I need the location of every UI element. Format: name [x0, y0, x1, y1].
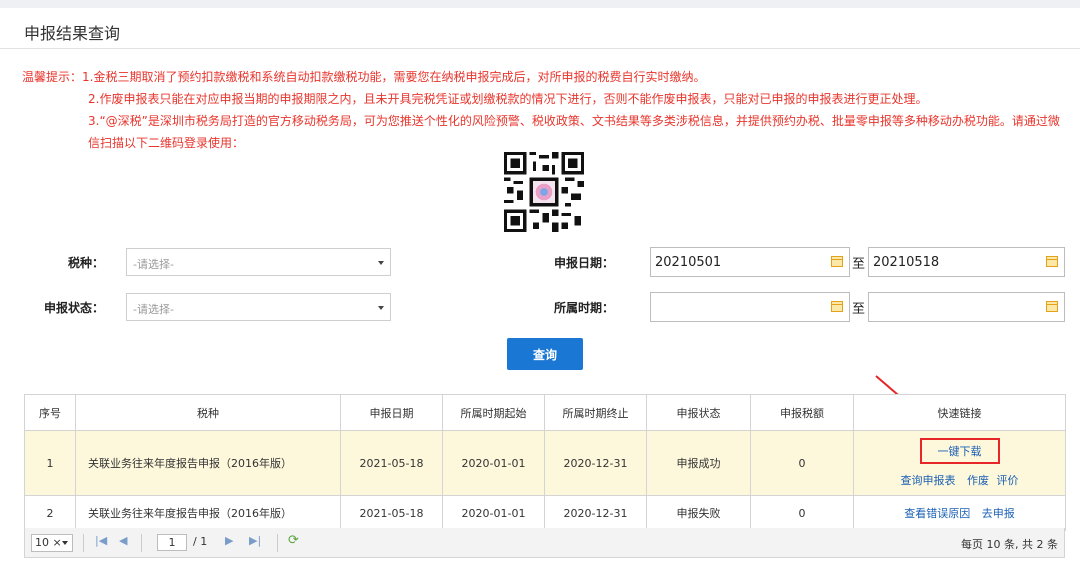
page-size-select[interactable]: 10 ×: [31, 534, 73, 552]
void-link[interactable]: 作废: [967, 474, 989, 487]
chevron-down-icon: [378, 306, 384, 310]
chevron-down-icon: [378, 261, 384, 265]
header-status: 申报状态: [646, 394, 751, 431]
declare-date-to-input[interactable]: 20210518: [868, 247, 1065, 277]
cell-declare-date: 2021-05-18: [340, 430, 443, 496]
last-page-icon[interactable]: ▶|: [249, 534, 261, 547]
pager-divider: [277, 534, 278, 552]
results-table: 序号 税种 申报日期 所属时期起始 所属时期终止 申报状态 申报税额 快速链接 …: [24, 394, 1066, 531]
tips-panel: 温馨提示：1.金税三期取消了预约扣款缴税和系统自动扣款缴税功能，需要您在纳税申报…: [22, 66, 1062, 154]
cell-quick-links: 查看错误原因 去申报: [853, 495, 1066, 531]
cell-tax-type: 关联业务往来年度报告申报（2016年版）: [75, 430, 341, 496]
view-error-reason-link[interactable]: 查看错误原因: [904, 507, 970, 520]
declare-date-label: 申报日期：: [553, 256, 614, 270]
total-pages: / 1: [193, 535, 208, 548]
chevron-down-icon: [62, 541, 68, 545]
pager-info: 每页 10 条, 共 2 条: [961, 538, 1058, 551]
header-period-end: 所属时期终止: [544, 394, 647, 431]
cell-period-end: 2020-12-31: [544, 495, 647, 531]
pager-divider: [141, 534, 142, 552]
date-range-to: 至: [852, 257, 866, 272]
rate-link[interactable]: 评价: [997, 474, 1019, 487]
cell-no: 1: [24, 430, 76, 496]
calendar-icon[interactable]: [1046, 256, 1058, 267]
pagination-bar: 10 × |◀ ◀ 1 / 1 ▶ ▶| ⟳ 每页 10 条, 共 2 条: [24, 528, 1065, 558]
tip-line-1: 温馨提示：1.金税三期取消了预约扣款缴税和系统自动扣款缴税功能，需要您在纳税申报…: [22, 70, 706, 84]
cell-amount: 0: [750, 495, 854, 531]
page-size-suffix: ×: [52, 536, 62, 549]
cell-tax-type: 关联业务往来年度报告申报（2016年版）: [75, 495, 341, 531]
tip-line-3: 3.“@深税”是深圳市税务局打造的官方移动税务局，可为您推送个性化的风险预警、税…: [88, 114, 1060, 150]
calendar-icon[interactable]: [831, 301, 843, 312]
calendar-icon[interactable]: [831, 256, 843, 267]
table-header-row: 序号 税种 申报日期 所属时期起始 所属时期终止 申报状态 申报税额 快速链接: [24, 394, 1066, 431]
tax-type-label: 税种：: [67, 256, 104, 270]
period-from-input[interactable]: [650, 292, 850, 322]
period-range-to: 至: [852, 302, 866, 317]
status-placeholder: -请选择-: [133, 303, 174, 316]
header-tax-type: 税种: [75, 394, 341, 431]
cell-period-start: 2020-01-01: [442, 430, 545, 496]
query-button[interactable]: 查询: [507, 338, 583, 370]
page-size-value: 10: [35, 536, 49, 549]
pager-divider: [83, 534, 84, 552]
prev-page-icon[interactable]: ◀: [119, 534, 127, 547]
next-page-icon[interactable]: ▶: [225, 534, 233, 547]
cell-amount: 0: [750, 430, 854, 496]
view-declaration-link[interactable]: 查询申报表: [901, 474, 956, 487]
page-number-input[interactable]: 1: [157, 534, 187, 551]
cell-period-end: 2020-12-31: [544, 430, 647, 496]
tax-type-placeholder: -请选择-: [133, 258, 174, 271]
top-band: [0, 0, 1080, 8]
first-page-icon[interactable]: |◀: [95, 534, 107, 547]
table-row[interactable]: 1 关联业务往来年度报告申报（2016年版） 2021-05-18 2020-0…: [24, 430, 1066, 496]
status-label: 申报状态：: [43, 301, 104, 315]
qr-code-image: [504, 152, 584, 232]
cell-declare-date: 2021-05-18: [340, 495, 443, 531]
period-to-input[interactable]: [868, 292, 1065, 322]
cell-status: 申报失败: [646, 495, 751, 531]
cell-status: 申报成功: [646, 430, 751, 496]
cell-quick-links: 一键下载 查询申报表 作废 评价: [853, 430, 1066, 496]
cell-no: 2: [24, 495, 76, 531]
header-period-start: 所属时期起始: [442, 394, 545, 431]
header-no: 序号: [24, 394, 76, 431]
table-row[interactable]: 2 关联业务往来年度报告申报（2016年版） 2021-05-18 2020-0…: [24, 495, 1066, 531]
header-quick-links: 快速链接: [853, 394, 1066, 431]
header-amount: 申报税额: [750, 394, 854, 431]
declare-date-from-value: 20210501: [655, 255, 722, 270]
header-declare-date: 申报日期: [340, 394, 443, 431]
one-click-download-link[interactable]: 一键下载: [938, 445, 982, 458]
declare-date-to-value: 20210518: [873, 255, 940, 270]
refresh-icon[interactable]: ⟳: [288, 533, 299, 548]
declare-date-from-input[interactable]: 20210501: [650, 247, 850, 277]
annotation-highlight-box: 一键下载: [919, 438, 1000, 464]
title-divider: [0, 48, 1080, 49]
period-label: 所属时期：: [553, 301, 614, 315]
status-select[interactable]: -请选择-: [126, 293, 391, 321]
tip-line-2: 2.作废申报表只能在对应申报当期的申报期限之内，且未开具完税凭证或划缴税款的情况…: [88, 92, 928, 106]
tax-type-select[interactable]: -请选择-: [126, 248, 391, 276]
page-title: 申报结果查询: [24, 24, 121, 43]
calendar-icon[interactable]: [1046, 301, 1058, 312]
go-declare-link[interactable]: 去申报: [982, 507, 1015, 520]
cell-period-start: 2020-01-01: [442, 495, 545, 531]
